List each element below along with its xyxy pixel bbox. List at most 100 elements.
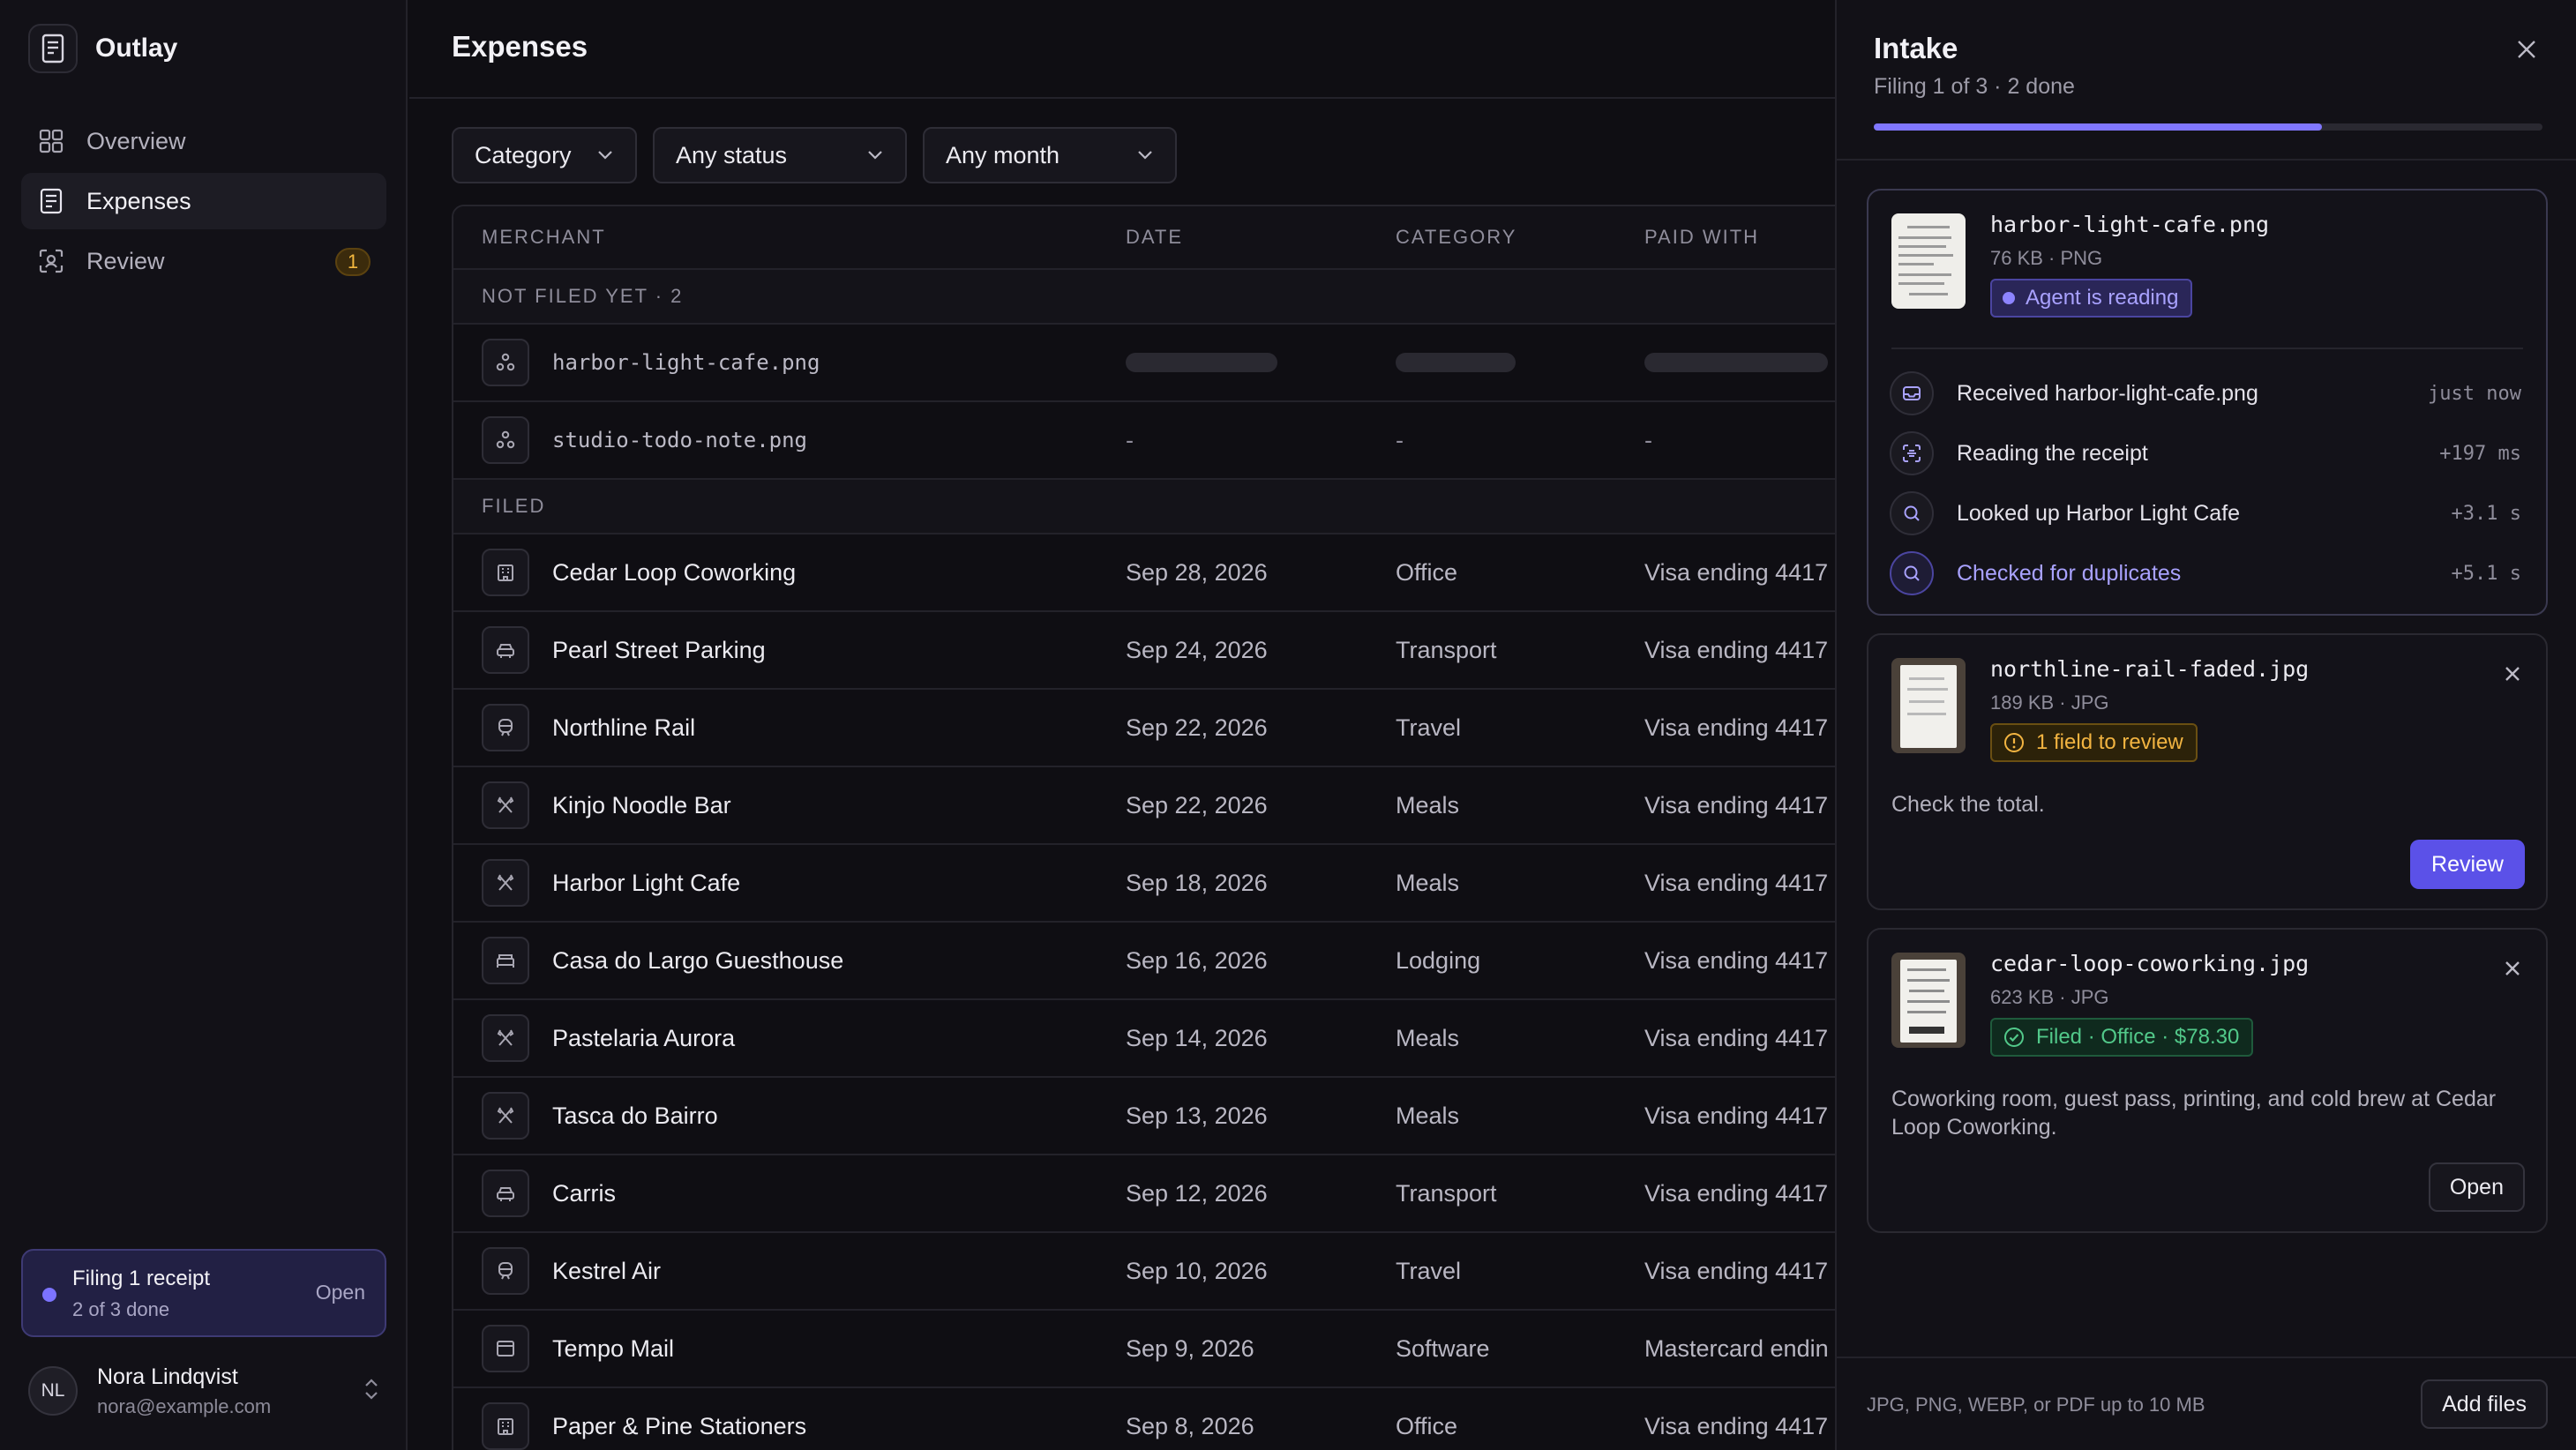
category-filter[interactable]: Category bbox=[452, 127, 637, 183]
chevron-down-icon bbox=[866, 150, 884, 161]
bed-icon bbox=[482, 937, 529, 984]
paid-with-cell: Visa ending 4417 bbox=[1644, 1024, 1829, 1051]
category-cell: Meals bbox=[1396, 869, 1460, 896]
column-paid-with[interactable]: PAID WITH bbox=[1644, 206, 1759, 268]
table-row[interactable]: Harbor Light Cafe Sep 18, 2026 Meals Visa e… bbox=[453, 845, 1835, 923]
add-files-button[interactable]: Add files bbox=[2421, 1379, 2548, 1429]
card-file-meta: 189 KB · JPG bbox=[1990, 691, 2109, 714]
step-time: +197 ms bbox=[2439, 442, 2521, 465]
user-menu[interactable]: NL Nora Lindqvist nora@example.com bbox=[28, 1360, 381, 1422]
paid-with-cell: Visa ending 4417 bbox=[1644, 1102, 1829, 1129]
file-name: studio-todo-note.png bbox=[552, 428, 807, 452]
paid-with-cell: Visa ending 4417 bbox=[1644, 714, 1829, 741]
file-image-icon bbox=[482, 416, 529, 464]
column-date[interactable]: DATE bbox=[1126, 206, 1183, 268]
merchant-cell: Paper & Pine Stationers bbox=[552, 1412, 807, 1439]
page-title: Expenses bbox=[452, 30, 588, 63]
table-row[interactable]: Pastelaria Aurora Sep 14, 2026 Meals Visa e… bbox=[453, 1000, 1835, 1078]
progress-fill bbox=[1874, 123, 2322, 131]
search-icon bbox=[1890, 551, 1934, 595]
table-row[interactable]: Casa do Largo Guesthouse Sep 16, 2026 Lodg… bbox=[453, 923, 1835, 1000]
close-icon[interactable] bbox=[2512, 35, 2541, 64]
merchant-cell: Tasca do Bairro bbox=[552, 1102, 718, 1129]
table-row[interactable]: Kinjo Noodle Bar Sep 22, 2026 Meals Visa en… bbox=[453, 767, 1835, 845]
card-note: Check the total. bbox=[1891, 792, 2045, 817]
step-label: Reading the receipt bbox=[1957, 440, 2148, 466]
sidebar-item-expenses[interactable]: Expenses bbox=[21, 173, 386, 229]
upload-hint: JPG, PNG, WEBP, or PDF up to 10 MB bbox=[1867, 1394, 2205, 1416]
paid-with-cell: Visa ending 4417 bbox=[1644, 791, 1829, 818]
file-image-icon bbox=[482, 339, 529, 386]
table-row[interactable]: Kestrel Air Sep 10, 2026 Travel Visa ending… bbox=[453, 1233, 1835, 1311]
table-row[interactable]: Cedar Loop Coworking Sep 28, 2026 Office Vi… bbox=[453, 534, 1835, 612]
receipt-thumbnail bbox=[1891, 213, 1966, 309]
car-icon bbox=[482, 626, 529, 674]
category-cell: Software bbox=[1396, 1334, 1490, 1362]
column-category[interactable]: CATEGORY bbox=[1396, 206, 1516, 268]
paid-with-cell: Visa ending 4417 bbox=[1644, 869, 1829, 896]
dismiss-icon[interactable] bbox=[2500, 661, 2525, 686]
sidebar-nav: Overview Expenses Review 1 bbox=[21, 113, 386, 293]
category-filter-label: Category bbox=[475, 141, 572, 168]
paid-with-cell: Visa ending 4417 bbox=[1644, 636, 1829, 663]
table-row[interactable]: Tempo Mail Sep 9, 2026 Software Mastercard … bbox=[453, 1311, 1835, 1388]
window-icon bbox=[482, 1325, 529, 1372]
date-cell: Sep 13, 2026 bbox=[1126, 1102, 1268, 1129]
table-row[interactable]: Tasca do Bairro Sep 13, 2026 Meals Visa end… bbox=[453, 1078, 1835, 1155]
category-cell: Office bbox=[1396, 558, 1458, 586]
user-email: nora@example.com bbox=[97, 1394, 272, 1417]
card-file-meta: 623 KB · JPG bbox=[1990, 986, 2109, 1008]
step-label: Received harbor-light-cafe.png bbox=[1957, 380, 2258, 406]
sidebar: Outlay Overview Expenses Review 1 Filing… bbox=[0, 0, 408, 1450]
scan-icon bbox=[1890, 431, 1934, 475]
month-filter[interactable]: Any month bbox=[923, 127, 1177, 183]
status-filter-label: Any status bbox=[676, 141, 788, 168]
filed-rows: Cedar Loop Coworking Sep 28, 2026 Office Vi… bbox=[453, 534, 1835, 1450]
date-cell: Sep 16, 2026 bbox=[1126, 946, 1268, 974]
building-icon bbox=[482, 1402, 529, 1450]
paid-with-cell: Visa ending 4417 bbox=[1644, 1257, 1829, 1284]
divider bbox=[1891, 348, 2523, 349]
filter-bar: Category Any status Any month bbox=[452, 127, 1177, 183]
merchant-cell: Casa do Largo Guesthouse bbox=[552, 946, 844, 974]
merchant-cell: Northline Rail bbox=[552, 714, 696, 741]
check-circle-icon bbox=[2004, 1028, 2024, 1047]
category-cell: Office bbox=[1396, 1412, 1458, 1439]
step-label: Looked up Harbor Light Cafe bbox=[1957, 500, 2241, 526]
receipt-thumbnail bbox=[1891, 953, 1966, 1048]
filing-open-button[interactable]: Open bbox=[316, 1281, 365, 1304]
table-row[interactable]: Pearl Street Parking Sep 24, 2026 Transpor… bbox=[453, 612, 1835, 690]
table-row[interactable]: Northline Rail Sep 22, 2026 Travel Visa end… bbox=[453, 690, 1835, 767]
card-file-name: northline-rail-faded.jpg bbox=[1990, 656, 2310, 682]
sidebar-item-label: Expenses bbox=[86, 187, 191, 214]
sidebar-item-overview[interactable]: Overview bbox=[21, 113, 386, 169]
dismiss-icon[interactable] bbox=[2500, 956, 2525, 981]
table-row[interactable]: studio-todo-note.png - - - bbox=[453, 402, 1835, 480]
brand[interactable]: Outlay bbox=[28, 23, 177, 74]
loading-skeleton bbox=[1126, 353, 1277, 372]
table-row[interactable]: harbor-light-cafe.png bbox=[453, 325, 1835, 402]
alert-icon bbox=[2004, 733, 2024, 752]
step-time: just now bbox=[2428, 382, 2521, 405]
table-row[interactable]: Carris Sep 12, 2026 Transport Visa ending 4… bbox=[453, 1155, 1835, 1233]
loading-skeleton bbox=[1396, 353, 1516, 372]
open-button[interactable]: Open bbox=[2428, 1162, 2525, 1212]
receipt-thumbnail bbox=[1891, 658, 1966, 753]
table-row[interactable]: Paper & Pine Stationers Sep 8, 2026 Office… bbox=[453, 1388, 1835, 1450]
date-cell: - bbox=[1126, 426, 1134, 453]
column-merchant[interactable]: MERCHANT bbox=[482, 206, 606, 268]
category-cell: Lodging bbox=[1396, 946, 1481, 974]
review-button[interactable]: Review bbox=[2410, 840, 2525, 889]
merchant-cell: Pearl Street Parking bbox=[552, 636, 766, 663]
sidebar-item-label: Overview bbox=[86, 127, 186, 154]
avatar: NL bbox=[28, 1366, 78, 1416]
main-content: Expenses Category Any status Any month M… bbox=[409, 0, 1835, 1450]
car-icon bbox=[482, 1170, 529, 1217]
category-cell: Transport bbox=[1396, 636, 1497, 663]
intake-progress-bar bbox=[1874, 123, 2542, 131]
step-time: +3.1 s bbox=[2451, 502, 2521, 525]
status-filter[interactable]: Any status bbox=[653, 127, 907, 183]
train-icon bbox=[482, 704, 529, 751]
sidebar-item-review[interactable]: Review 1 bbox=[21, 233, 386, 289]
filing-status-card[interactable]: Filing 1 receipt 2 of 3 done Open bbox=[21, 1249, 386, 1337]
